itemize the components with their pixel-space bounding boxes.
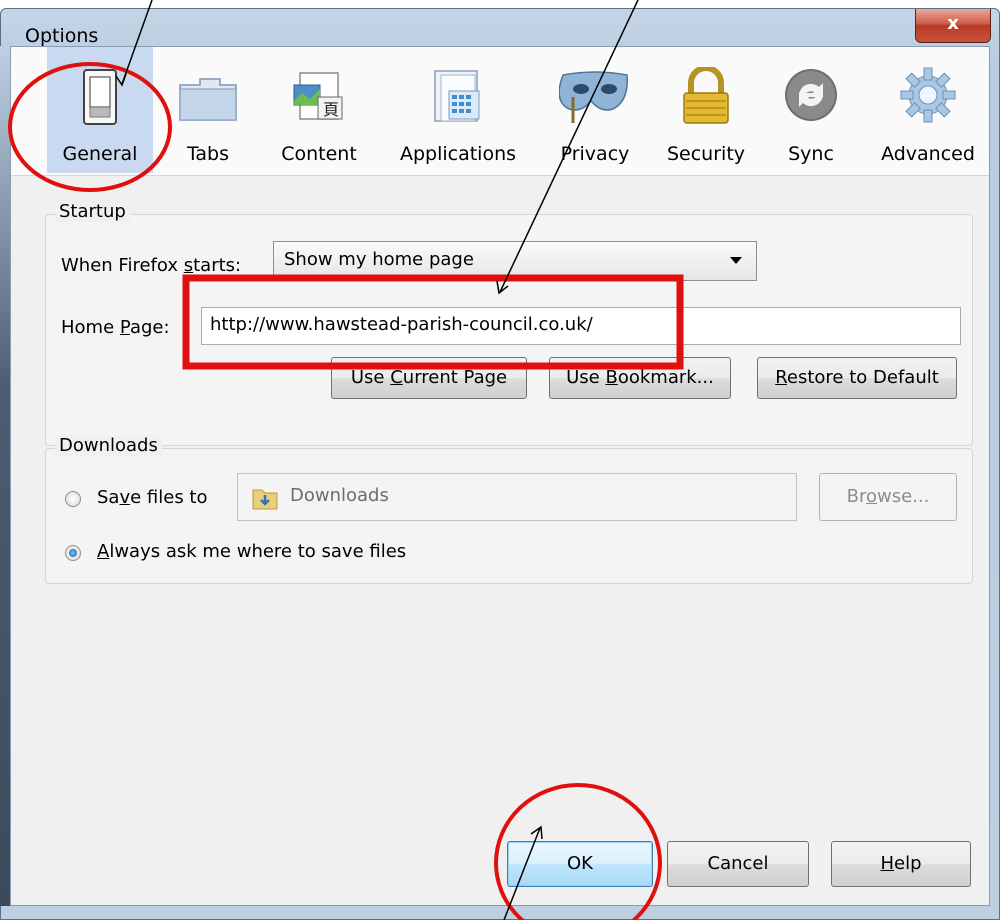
tab-sync-label: Sync [788,143,834,165]
home-page-input[interactable]: http://www.hawstead-parish-council.co.uk… [201,307,961,345]
downloads-folder-icon [252,489,278,510]
help-button[interactable]: Help [831,841,971,887]
download-folder-field: Downloads [237,473,797,521]
pane-toolbar: General Tabs 頁 Content Applications Priv… [11,47,989,176]
tab-general[interactable]: General [47,47,153,173]
dialog-client-area: General Tabs 頁 Content Applications Priv… [10,46,990,906]
tab-security[interactable]: Security [655,47,757,173]
download-folder-value: Downloads [290,485,389,506]
use-current-page-button[interactable]: Use Current Page [331,357,527,399]
save-files-to-radio[interactable] [65,491,81,507]
tab-sync[interactable]: Sync [773,47,849,173]
content-page-icon: 頁 [293,72,343,120]
always-ask-radio[interactable] [65,545,81,561]
tab-applications[interactable]: Applications [389,47,527,173]
cancel-button[interactable]: Cancel [667,841,809,887]
padlock-icon [683,67,729,124]
gear-icon [900,67,956,123]
tab-advanced-label: Advanced [881,143,975,165]
tab-privacy-label: Privacy [560,143,630,165]
home-page-label: Home Page: [61,317,170,338]
when-starts-label: When Firefox starts: [61,255,242,276]
downloads-group-title: Downloads [55,435,162,456]
applications-window-icon [434,70,480,122]
folder-tab-icon [179,78,237,121]
startup-group-title: Startup [55,201,130,222]
switch-icon [83,69,117,125]
ok-button[interactable]: OK [507,841,653,887]
tab-security-label: Security [666,143,746,165]
restore-to-default-button[interactable]: Restore to Default [757,357,957,399]
home-page-value: http://www.hawstead-parish-council.co.uk… [210,314,593,335]
browse-button[interactable]: Browse... [819,473,957,521]
close-button[interactable]: x [915,9,991,43]
sync-icon [785,69,837,121]
always-ask-label[interactable]: Always ask me where to save files [97,541,406,562]
when-starts-select[interactable]: Show my home page [273,241,757,281]
tab-applications-label: Applications [399,143,517,165]
close-icon: x [947,13,959,34]
use-bookmark-button[interactable]: Use Bookmark... [549,357,731,399]
chevron-down-icon [730,257,742,264]
window-title: Options [25,25,99,47]
tab-content-label: Content [281,143,357,165]
when-starts-value: Show my home page [284,249,474,270]
tab-tabs[interactable]: Tabs [173,47,243,173]
svg-text:頁: 頁 [323,100,339,119]
background-window-edge [0,46,10,906]
tab-privacy[interactable]: Privacy [547,47,643,173]
save-files-to-label[interactable]: Save files to [97,487,208,508]
tab-tabs-label: Tabs [186,143,230,165]
tab-general-label: General [62,143,138,165]
tab-content[interactable]: 頁 Content [271,47,367,173]
tab-advanced[interactable]: Advanced [871,47,985,173]
mask-icon [559,71,628,123]
